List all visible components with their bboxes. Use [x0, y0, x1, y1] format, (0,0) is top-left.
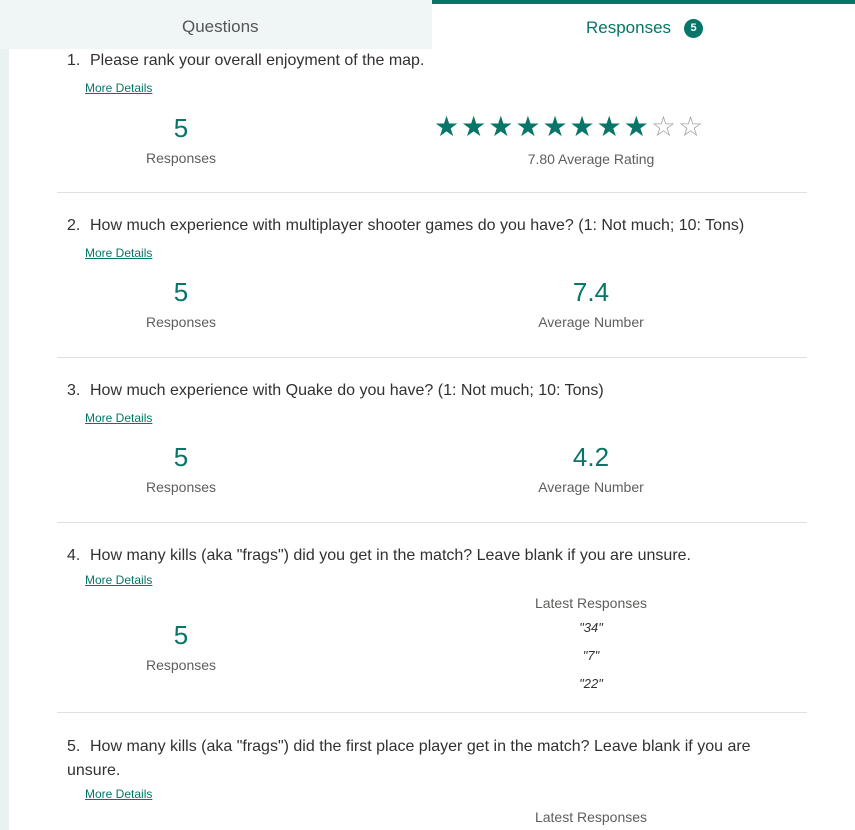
latest-response-item: "7": [582, 648, 600, 663]
responses-count-badge: 5: [684, 19, 703, 38]
question-1-responses-count: 5: [173, 113, 189, 143]
question-4-responses-count: 5: [173, 620, 189, 650]
question-4-text: How many kills (aka "frags") did you get…: [90, 547, 691, 564]
star-outline-icon: ☆: [650, 111, 678, 142]
latest-response-item: "34": [579, 620, 603, 635]
star-filled-icon: ★: [434, 111, 462, 142]
tab-responses-label: Responses: [586, 18, 672, 37]
star-filled-icon: ★: [461, 111, 489, 142]
question-3-number: 3.: [67, 382, 81, 399]
question-3-title: 3. How much experience with Quake do you …: [67, 382, 604, 400]
latest-response-item: "22": [579, 676, 603, 691]
question-3-responses-label: Responses: [145, 479, 217, 495]
question-1-text: Please rank your overall enjoyment of th…: [90, 52, 425, 69]
question-3-average-value: 4.2: [572, 442, 610, 472]
question-1-responses-label: Responses: [145, 150, 217, 166]
star-filled-icon: ★: [542, 111, 570, 142]
question-5-number: 5.: [67, 738, 81, 755]
tab-questions[interactable]: Questions: [0, 0, 432, 49]
star-filled-icon: ★: [596, 111, 624, 142]
question-4-more-details-link[interactable]: More Details: [85, 573, 152, 587]
question-4-responses-label: Responses: [145, 657, 217, 673]
question-2-number: 2.: [67, 217, 81, 234]
question-4-number: 4.: [67, 547, 81, 564]
question-2-responses-label: Responses: [145, 314, 217, 330]
question-3-more-details-link[interactable]: More Details: [85, 411, 152, 425]
star-filled-icon: ★: [488, 111, 516, 142]
question-5-text: How many kills (aka "frags") did the fir…: [67, 738, 751, 779]
question-2-title: 2. How much experience with multiplayer s…: [67, 217, 744, 235]
star-filled-icon: ★: [623, 111, 651, 142]
question-5-latest-label: Latest Responses: [534, 809, 648, 825]
question-1-title: 1. Please rank your overall enjoyment of …: [67, 52, 424, 70]
question-3-text: How much experience with Quake do you ha…: [90, 382, 604, 399]
question-5-title: 5. How many kills (aka "frags") did the f…: [67, 735, 797, 783]
question-3-responses-count: 5: [173, 442, 189, 472]
question-2-more-details-link[interactable]: More Details: [85, 246, 152, 260]
star-filled-icon: ★: [515, 111, 543, 142]
question-1-average-rating: 7.80 Average Rating: [527, 151, 655, 167]
divider: [57, 712, 807, 713]
question-1-star-rating: ★★★★★★★★☆☆: [434, 110, 705, 143]
tab-questions-label: Questions: [182, 17, 259, 36]
tab-responses[interactable]: Responses 5: [432, 0, 855, 49]
question-2-average-label: Average Number: [538, 314, 644, 330]
question-2-average-value: 7.4: [572, 277, 610, 307]
question-4-latest-label: Latest Responses: [534, 595, 648, 611]
divider: [57, 522, 807, 523]
tab-bar: Questions Responses 5: [0, 0, 855, 49]
question-3-average-label: Average Number: [538, 479, 644, 495]
divider: [57, 357, 807, 358]
question-2-responses-count: 5: [173, 277, 189, 307]
question-2-text: How much experience with multiplayer sho…: [90, 217, 745, 234]
question-4-title: 4. How many kills (aka "frags") did you g…: [67, 547, 691, 565]
star-filled-icon: ★: [569, 111, 597, 142]
left-panel-edge: [0, 49, 9, 830]
question-1-more-details-link[interactable]: More Details: [85, 81, 152, 95]
divider: [57, 192, 807, 193]
question-1-number: 1.: [67, 52, 81, 69]
question-5-more-details-link[interactable]: More Details: [85, 787, 152, 801]
star-outline-icon: ☆: [677, 111, 706, 142]
